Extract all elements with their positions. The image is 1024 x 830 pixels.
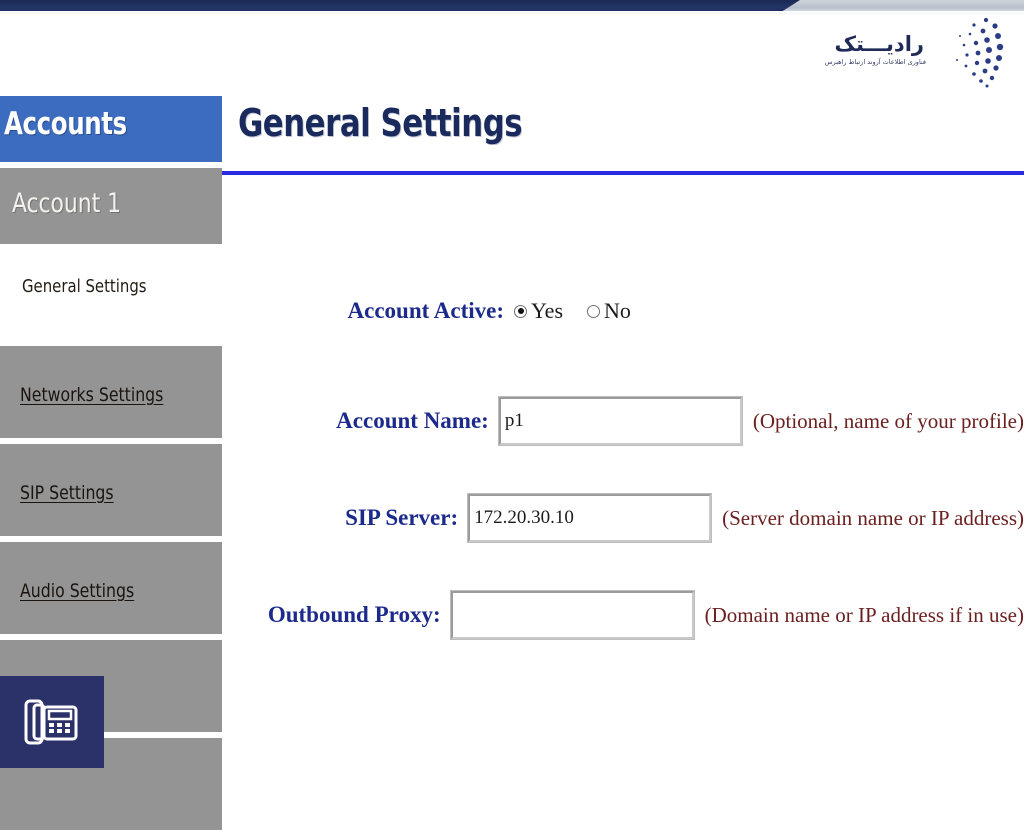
radio-dot-icon — [514, 304, 527, 318]
sidebar-item-label: Networks Settings — [20, 384, 164, 406]
account-active-radio-group: Yes No — [514, 298, 655, 324]
sip-server-label: SIP Server: — [345, 505, 459, 530]
account-name-hint: (Optional, name of your profile) — [752, 408, 1024, 433]
form-row-account-active: Account Active: Yes No — [222, 298, 1024, 324]
account-name-input[interactable] — [497, 396, 743, 446]
sidebar-item-label: Account 1 — [12, 188, 122, 219]
page-title: General Settings — [238, 101, 523, 145]
radio-label: No — [604, 298, 631, 323]
sidebar-item-label: Audio Settings — [20, 580, 135, 602]
account-active-control: Yes No — [514, 298, 759, 324]
sip-server-hint: (Server domain name or IP address) — [722, 505, 1024, 530]
top-decorative-bar — [0, 0, 1024, 14]
sidebar-header-label: Accounts — [4, 106, 127, 142]
outbound-proxy-input[interactable] — [449, 590, 695, 640]
sidebar-item-networks-settings[interactable]: Networks Settings — [0, 346, 222, 438]
company-logo: رادیـــتک فناوری اطلاعات آروند ارتباط را… — [824, 14, 1004, 92]
sidebar-item-account-1[interactable]: Account 1 — [0, 168, 222, 244]
sidebar-item-label: SIP Settings — [20, 482, 114, 504]
account-name-control — [497, 396, 744, 446]
radio-account-active-yes[interactable]: Yes — [514, 298, 563, 324]
outbound-proxy-hint: (Domain name or IP address if in use) — [704, 602, 1024, 627]
account-active-label: Account Active: — [347, 298, 505, 323]
sidebar-item-label: General Settings — [22, 276, 147, 297]
sidebar-header-accounts: Accounts — [0, 96, 222, 162]
form-row-account-name: Account Name: (Optional, name of your pr… — [222, 396, 1024, 446]
title-underline-rule — [222, 171, 1024, 175]
sidebar-item-sip-settings[interactable]: SIP Settings — [0, 444, 222, 536]
outbound-proxy-label: Outbound Proxy: — [267, 602, 441, 627]
sidebar-item-general-settings[interactable]: General Settings — [0, 250, 222, 340]
form-row-outbound-proxy: Outbound Proxy: (Domain name or IP addre… — [222, 590, 1024, 640]
account-name-label: Account Name: — [336, 408, 489, 433]
radio-dot-icon — [587, 304, 601, 318]
sip-server-input[interactable] — [467, 493, 713, 543]
desk-phone-icon — [24, 699, 78, 745]
logo-tagline: فناوری اطلاعات آروند ارتباط راهبرس — [824, 58, 926, 66]
radio-account-active-no[interactable]: No — [587, 298, 631, 324]
form-row-sip-server: SIP Server: (Server domain name or IP ad… — [222, 493, 1024, 543]
logo-wordmark: رادیـــتک — [834, 32, 924, 56]
general-settings-form: Account Active: Yes No Account Name: (Op… — [222, 180, 1024, 768]
sidebar: Accounts Account 1 General Settings Netw… — [0, 96, 222, 830]
desk-phone-badge[interactable] — [0, 676, 104, 768]
radio-label: Yes — [531, 298, 564, 323]
outbound-proxy-control — [449, 590, 696, 640]
sip-server-control — [467, 493, 713, 543]
logo-dot-pattern — [956, 17, 1004, 88]
sidebar-item-audio-settings[interactable]: Audio Settings — [0, 542, 222, 634]
